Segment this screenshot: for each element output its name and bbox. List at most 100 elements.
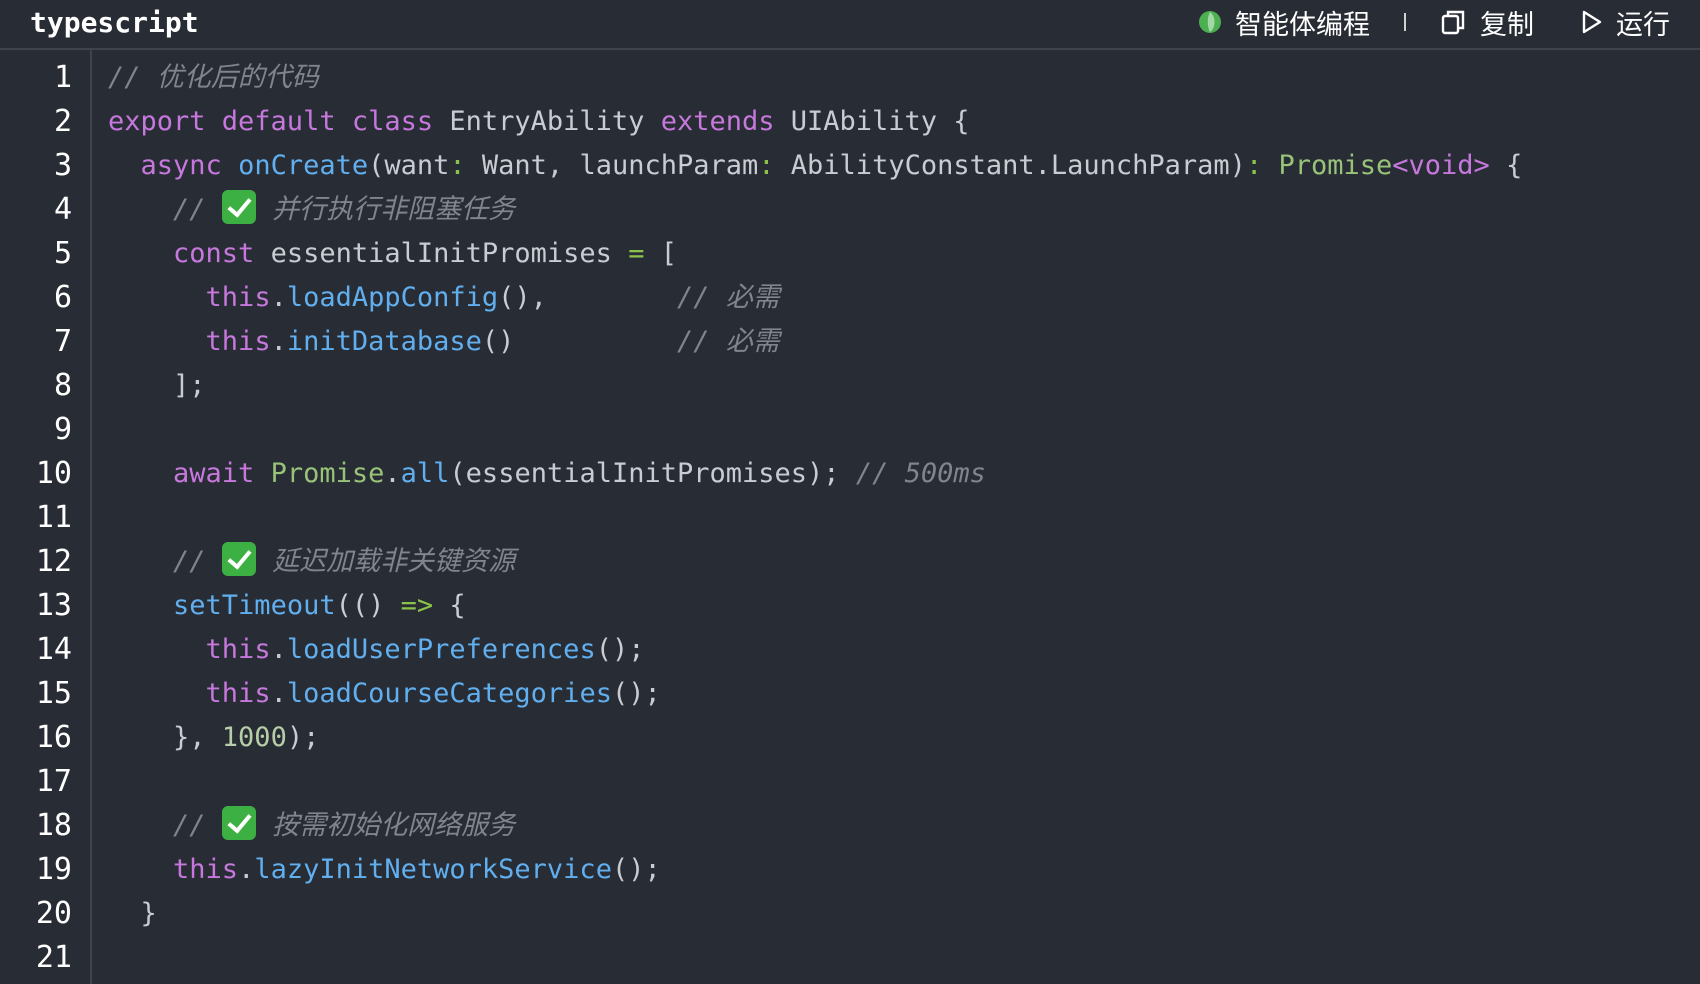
code-token: loadUserPreferences [286,634,596,665]
code-line: this.lazyInitNetworkService(); [108,848,661,892]
code-token: this [205,326,271,357]
code-line: this.loadCourseCategories(); [108,672,661,716]
code-token: () [481,326,677,357]
line-number: 3 [53,148,72,183]
run-button[interactable]: 运行 [1580,3,1670,42]
line-number: 13 [35,588,72,623]
code-line: setTimeout(() => { [108,584,466,628]
code-line: // 并行执行非阻塞任务 [108,188,515,232]
line-number-gutter: 1 2 3 4 5 6 7 8 9 10 11 12 13 14 15 16 17 18 19 20 21 [0,50,92,984]
copy-label: 复制 [1480,9,1534,41]
code-line: await Promise.all(essentialInitPromises)… [108,452,986,496]
code-line: } [108,892,157,936]
code-token: : [1245,150,1263,181]
code-editor[interactable]: 1 2 3 4 5 6 7 8 9 10 11 12 13 14 15 16 17 18 19 20 21 // 优化后… [0,50,1700,984]
code-token: setTimeout [173,590,336,621]
code-token: // 优化后的代码 [108,62,319,93]
line-number: 21 [35,940,72,975]
copy-icon [1440,8,1468,36]
code-token: loadCourseCategories [286,678,612,709]
line-number: 8 [53,368,72,403]
copy-button[interactable]: 复制 [1440,3,1534,42]
agent-coding-label: 智能体编程 [1235,9,1370,41]
code-token: }, [108,722,222,753]
code-token: lazyInitNetworkService [254,854,612,885]
action-separator [1404,13,1406,31]
code-token: => [400,590,434,621]
checkmark-icon [221,190,256,224]
code-token: await [173,458,255,489]
line-number: 15 [35,676,72,711]
play-icon [1580,9,1604,35]
code-token: Promise [270,458,385,489]
code-token: 并行执行非阻塞任务 [255,194,516,225]
line-number: 5 [53,236,72,271]
code-line: async onCreate(want: Want, launchParam: … [108,144,1523,188]
code-token: this [205,678,271,709]
code-token: const [173,238,255,269]
line-number: 16 [35,720,72,755]
code-token: 延迟加载非关键资源 [255,546,516,577]
code-line: this.loadUserPreferences(); [108,628,645,672]
code-line: // 按需初始化网络服务 [108,804,515,848]
line-number: 4 [53,192,72,227]
code-token: (); [611,854,661,885]
line-number: 2 [53,104,72,139]
line-number: 10 [35,456,72,491]
code-token: export default class [108,106,434,137]
run-label: 运行 [1616,9,1670,41]
code-token: extends [660,106,775,137]
code-token: . [270,326,287,357]
code-token: (essentialInitPromises); [449,458,856,489]
code-token: initDatabase [286,326,482,357]
line-number: 18 [35,808,72,843]
checkmark-icon [221,542,256,576]
line-number: 19 [35,852,72,887]
code-token: ); [286,722,320,753]
code-token: { [433,590,466,621]
line-number: 9 [53,412,72,447]
checkmark-icon [221,806,256,840]
code-token: . [384,458,401,489]
code-token: // 500ms [855,458,986,489]
code-line: // 延迟加载非关键资源 [108,540,515,584]
code-token: = [628,238,645,269]
code-token: EntryAbility [433,106,661,137]
code-token: Want, launchParam [465,150,759,181]
code-line: ]; [108,364,206,408]
line-number: 17 [35,764,72,799]
line-number: 12 [35,544,72,579]
code-token: : [758,150,775,181]
code-token: (want [368,150,450,181]
code-block-header: typescript 智能体编程 复制 运行 [0,0,1700,50]
code-token: this [205,634,271,665]
code-token: ]; [108,370,206,401]
code-token: this [205,282,271,313]
code-token: 1000 [221,722,287,753]
line-number: 11 [35,500,72,535]
code-token: 按需初始化网络服务 [255,810,516,841]
code-token: loadAppConfig [286,282,499,313]
line-number: 1 [53,60,72,95]
code-token: . [270,634,287,665]
code-line: this.loadAppConfig(), // 必需 [108,276,780,320]
line-number: 7 [53,324,72,359]
code-token: // [173,810,222,841]
code-token: UIAbility { [774,106,970,137]
agent-coding-button[interactable]: 智能体编程 [1197,3,1370,42]
code-token: async [140,150,222,181]
code-token: this [173,854,239,885]
code-token: // 必需 [676,282,780,313]
code-token: <void> [1392,150,1490,181]
